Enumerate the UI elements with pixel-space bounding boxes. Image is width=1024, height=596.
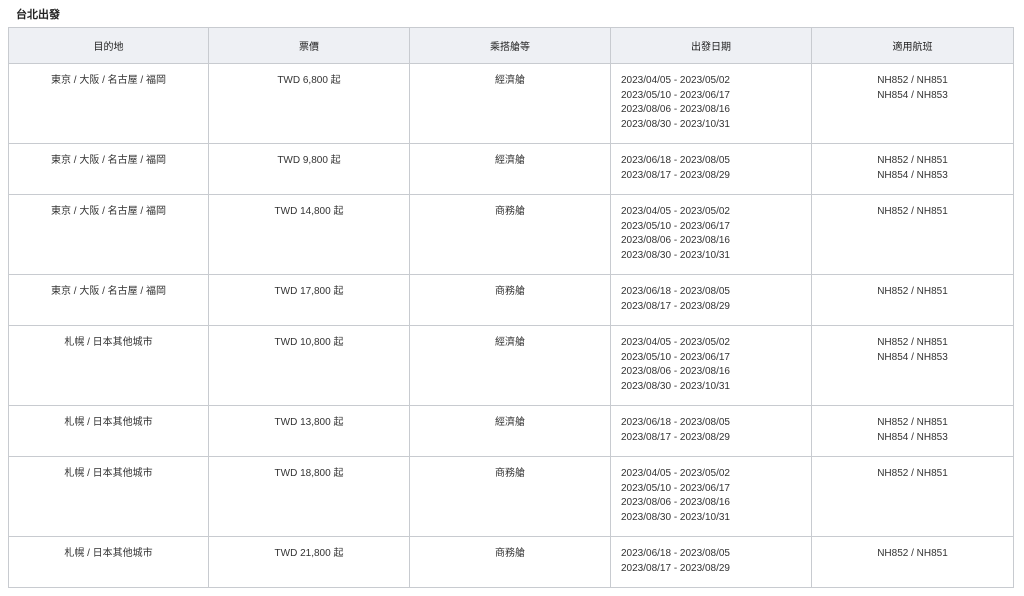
cell-fare: TWD 17,800 起	[208, 274, 410, 326]
date-range: 2023/05/10 - 2023/06/17	[621, 220, 730, 232]
date-range: 2023/08/30 - 2023/10/31	[621, 249, 730, 261]
flight-numbers: NH852 / NH851	[877, 337, 948, 348]
date-range: 2023/05/10 - 2023/06/17	[621, 89, 730, 101]
date-range: 2023/08/17 - 2023/08/29	[621, 169, 730, 181]
cell-flights: NH852 / NH851 NH854 / NH853	[811, 63, 1014, 144]
header-destination: 目的地	[8, 27, 209, 64]
cell-destination: 東京 / 大阪 / 名古屋 / 福岡	[8, 194, 209, 275]
table-row: 東京 / 大阪 / 名古屋 / 福岡 TWD 9,800 起經濟艙 2023/06/…	[8, 143, 1014, 195]
table-row: 札幌 / 日本其他城市 TWD 18,800 起商務艙 2023/04/05 - 2…	[8, 456, 1014, 537]
cell-flights: NH852 / NH851	[811, 536, 1014, 588]
date-range: 2023/04/05 - 2023/05/02	[621, 468, 730, 479]
date-range: 2023/04/05 - 2023/05/02	[621, 75, 730, 86]
header-departure-dates: 出發日期	[610, 27, 812, 64]
cell-flights: NH852 / NH851	[811, 456, 1014, 537]
date-range: 2023/08/30 - 2023/10/31	[621, 511, 730, 523]
cell-departure-dates: 2023/04/05 - 2023/05/02 2023/05/10 - 2023…	[610, 456, 812, 537]
date-range: 2023/05/10 - 2023/06/17	[621, 482, 730, 494]
header-fare: 票價	[208, 27, 410, 64]
cell-destination: 札幌 / 日本其他城市	[8, 405, 209, 457]
table-row: 札幌 / 日本其他城市 TWD 21,800 起商務艙 2023/06/18 - 2…	[8, 536, 1014, 588]
cell-fare: TWD 18,800 起	[208, 456, 410, 537]
date-range: 2023/08/30 - 2023/10/31	[621, 118, 730, 130]
header-row: 目的地 票價 乘搭艙等 出發日期 適用航班	[8, 27, 1014, 64]
date-range: 2023/08/06 - 2023/08/16	[621, 366, 730, 377]
date-range: 2023/08/06 - 2023/08/16	[621, 235, 730, 246]
cell-departure-dates: 2023/06/18 - 2023/08/05 2023/08/17 - 2023…	[610, 405, 812, 457]
date-range: 2023/08/06 - 2023/08/16	[621, 497, 730, 508]
header-cabin: 乘搭艙等	[409, 27, 611, 64]
cell-destination: 東京 / 大阪 / 名古屋 / 福岡	[8, 274, 209, 326]
cell-flights: NH852 / NH851 NH854 / NH853	[811, 143, 1014, 195]
cell-fare: TWD 21,800 起	[208, 536, 410, 588]
cell-departure-dates: 2023/04/05 - 2023/05/02 2023/05/10 - 2023…	[610, 325, 812, 406]
cell-departure-dates: 2023/06/18 - 2023/08/05 2023/08/17 - 2023…	[610, 536, 812, 588]
flight-numbers: NH852 / NH851	[877, 468, 948, 479]
table-row: 札幌 / 日本其他城市 TWD 10,800 起經濟艙 2023/04/05 - 2…	[8, 325, 1014, 406]
fare-table-header: 目的地 票價 乘搭艙等 出發日期 適用航班	[8, 27, 1014, 64]
date-range: 2023/08/30 - 2023/10/31	[621, 380, 730, 392]
table-row: 東京 / 大阪 / 名古屋 / 福岡 TWD 14,800 起商務艙 2023/04…	[8, 194, 1014, 275]
date-range: 2023/06/18 - 2023/08/05	[621, 548, 730, 559]
flight-numbers: NH852 / NH851	[877, 286, 948, 297]
cell-cabin: 商務艙	[409, 536, 611, 588]
date-range: 2023/06/18 - 2023/08/05	[621, 286, 730, 297]
cell-cabin: 經濟艙	[409, 63, 611, 144]
date-range: 2023/08/17 - 2023/08/29	[621, 431, 730, 443]
date-range: 2023/05/10 - 2023/06/17	[621, 351, 730, 363]
table-row: 東京 / 大阪 / 名古屋 / 福岡 TWD 17,800 起商務艙 2023/06…	[8, 274, 1014, 326]
fare-table: 目的地 票價 乘搭艙等 出發日期 適用航班 東京 / 大阪 / 名古屋 / 福岡…	[8, 27, 1014, 588]
page: 台北出發 目的地 票價 乘搭艙等 出發日期 適用航班 東京 / 大阪 / 名古屋…	[0, 0, 1024, 596]
cell-departure-dates: 2023/04/05 - 2023/05/02 2023/05/10 - 2023…	[610, 63, 812, 144]
flight-numbers: NH852 / NH851	[877, 548, 948, 559]
cell-flights: NH852 / NH851 NH854 / NH853	[811, 325, 1014, 406]
table-row: 東京 / 大阪 / 名古屋 / 福岡 TWD 6,800 起經濟艙 2023/04/…	[8, 63, 1014, 144]
header-flights: 適用航班	[811, 27, 1014, 64]
cell-departure-dates: 2023/06/18 - 2023/08/05 2023/08/17 - 2023…	[610, 143, 812, 195]
flight-numbers: NH854 / NH853	[877, 431, 948, 443]
cell-fare: TWD 13,800 起	[208, 405, 410, 457]
fare-table-body: 東京 / 大阪 / 名古屋 / 福岡 TWD 6,800 起經濟艙 2023/04/…	[8, 63, 1014, 588]
date-range: 2023/08/17 - 2023/08/29	[621, 300, 730, 312]
table-row: 札幌 / 日本其他城市 TWD 13,800 起經濟艙 2023/06/18 - 2…	[8, 405, 1014, 457]
date-range: 2023/08/17 - 2023/08/29	[621, 562, 730, 574]
date-range: 2023/06/18 - 2023/08/05	[621, 417, 730, 428]
cell-cabin: 商務艙	[409, 456, 611, 537]
cell-flights: NH852 / NH851	[811, 274, 1014, 326]
date-range: 2023/04/05 - 2023/05/02	[621, 337, 730, 348]
date-range: 2023/08/06 - 2023/08/16	[621, 104, 730, 115]
flight-numbers: NH854 / NH853	[877, 169, 948, 181]
cell-cabin: 商務艙	[409, 274, 611, 326]
cell-fare: TWD 6,800 起	[208, 63, 410, 144]
cell-destination: 札幌 / 日本其他城市	[8, 325, 209, 406]
cell-fare: TWD 10,800 起	[208, 325, 410, 406]
cell-flights: NH852 / NH851 NH854 / NH853	[811, 405, 1014, 457]
cell-cabin: 商務艙	[409, 194, 611, 275]
flight-numbers: NH852 / NH851	[877, 206, 948, 217]
cell-destination: 札幌 / 日本其他城市	[8, 536, 209, 588]
flight-numbers: NH852 / NH851	[877, 417, 948, 428]
cell-departure-dates: 2023/04/05 - 2023/05/02 2023/05/10 - 2023…	[610, 194, 812, 275]
flight-numbers: NH854 / NH853	[877, 351, 948, 363]
cell-cabin: 經濟艙	[409, 143, 611, 195]
date-range: 2023/04/05 - 2023/05/02	[621, 206, 730, 217]
cell-departure-dates: 2023/06/18 - 2023/08/05 2023/08/17 - 2023…	[610, 274, 812, 326]
cell-cabin: 經濟艙	[409, 405, 611, 457]
cell-cabin: 經濟艙	[409, 325, 611, 406]
cell-flights: NH852 / NH851	[811, 194, 1014, 275]
cell-fare: TWD 14,800 起	[208, 194, 410, 275]
cell-destination: 札幌 / 日本其他城市	[8, 456, 209, 537]
date-range: 2023/06/18 - 2023/08/05	[621, 155, 730, 166]
cell-destination: 東京 / 大阪 / 名古屋 / 福岡	[8, 143, 209, 195]
flight-numbers: NH852 / NH851	[877, 75, 948, 86]
flight-numbers: NH854 / NH853	[877, 89, 948, 101]
cell-destination: 東京 / 大阪 / 名古屋 / 福岡	[8, 63, 209, 144]
section-title: 台北出發	[16, 9, 60, 21]
cell-fare: TWD 9,800 起	[208, 143, 410, 195]
flight-numbers: NH852 / NH851	[877, 155, 948, 166]
